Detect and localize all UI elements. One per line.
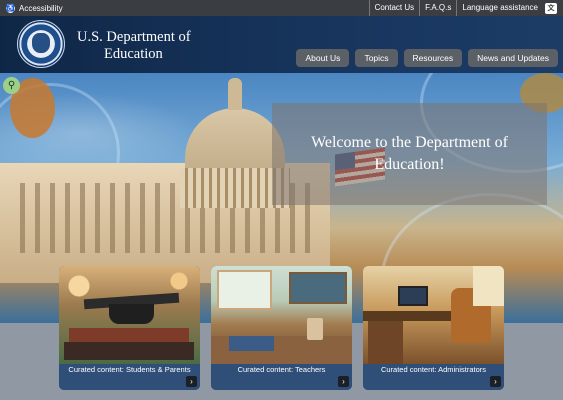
nav-news-and-updates[interactable]: News and Updates	[468, 49, 558, 67]
card-footer: ›	[59, 375, 200, 390]
nav-topics[interactable]: Topics	[355, 49, 398, 67]
accessibility-label: Accessibility	[19, 3, 63, 13]
agency-name-line1: U.S. Department of	[77, 29, 191, 45]
seal-emblem	[32, 33, 50, 53]
card-footer: ›	[211, 375, 352, 390]
world-map	[289, 272, 347, 304]
faqs-link[interactable]: F.A.Q.s	[419, 0, 456, 16]
chevron-right-icon[interactable]: ›	[338, 376, 349, 387]
site-header: U.S. Department of Education About Us To…	[0, 16, 563, 73]
card-image-classroom	[211, 266, 352, 364]
desk-book	[229, 336, 274, 351]
desk-drawers	[368, 321, 403, 364]
welcome-heading: Welcome to the Department of Education!	[311, 134, 508, 173]
graduation-cap-base	[109, 304, 154, 324]
accessibility-link[interactable]: ♿ Accessibility	[0, 3, 63, 13]
accessibility-icon: ♿	[6, 3, 15, 13]
book-stack-top	[69, 328, 189, 342]
card-students-parents[interactable]: Curated content: Students & Parents ›	[59, 266, 200, 390]
card-image-graduation-cap	[59, 266, 200, 364]
card-label: Curated content: Students & Parents	[59, 364, 200, 375]
agency-name[interactable]: U.S. Department of Education	[77, 29, 191, 63]
computer-monitor	[398, 286, 428, 306]
welcome-box: Welcome to the Department of Education!	[272, 103, 547, 205]
utility-links: Contact Us F.A.Q.s Language assistance 文	[368, 0, 563, 16]
agency-name-line2: Education	[104, 46, 163, 62]
capitol-lantern	[228, 78, 242, 110]
chevron-right-icon[interactable]: ›	[186, 376, 197, 387]
search-icon[interactable]: ⚲	[3, 77, 20, 94]
card-teachers[interactable]: Curated content: Teachers ›	[211, 266, 352, 390]
card-footer: ›	[363, 375, 504, 390]
contact-us-link[interactable]: Contact Us	[368, 0, 420, 16]
nav-about-us[interactable]: About Us	[296, 49, 350, 67]
chevron-right-icon[interactable]: ›	[490, 376, 501, 387]
office-desk-top	[363, 311, 453, 321]
translate-icon[interactable]: 文	[545, 2, 557, 14]
card-label: Curated content: Teachers	[211, 364, 352, 375]
main-nav: About Us Topics Resources News and Updat…	[296, 49, 558, 67]
language-assistance-link[interactable]: Language assistance	[456, 0, 543, 16]
classroom-window	[217, 270, 272, 310]
nav-resources[interactable]: Resources	[403, 49, 463, 67]
pencil-cup	[307, 318, 323, 340]
card-administrators[interactable]: Curated content: Administrators ›	[363, 266, 504, 390]
card-image-office	[363, 266, 504, 364]
book-stack-bottom	[64, 342, 194, 360]
office-window	[473, 266, 504, 306]
card-label: Curated content: Administrators	[363, 364, 504, 375]
department-seal-logo[interactable]	[17, 20, 65, 68]
utility-bar: ♿ Accessibility Contact Us F.A.Q.s Langu…	[0, 0, 563, 16]
